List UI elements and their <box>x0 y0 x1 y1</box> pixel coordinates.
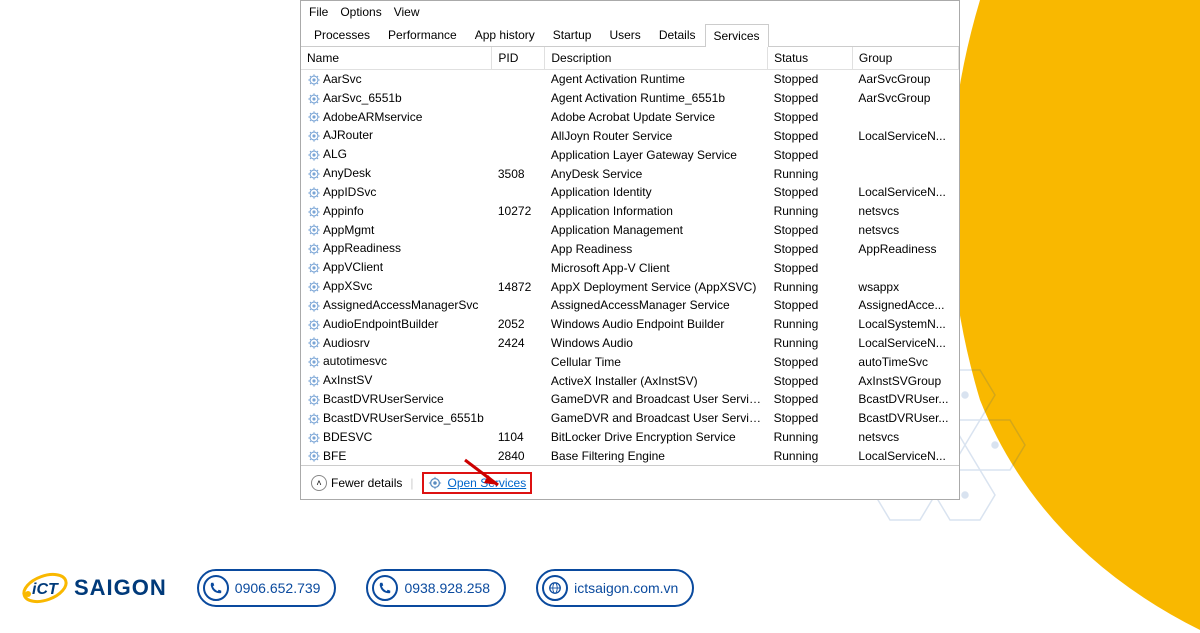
gear-icon <box>307 186 321 200</box>
services-icon <box>428 476 442 490</box>
tab-app-history[interactable]: App history <box>466 23 544 46</box>
table-row[interactable]: AJRouterAllJoyn Router ServiceStoppedLoc… <box>301 126 959 145</box>
separator: | <box>410 476 413 490</box>
menu-options[interactable]: Options <box>340 5 381 19</box>
globe-icon <box>542 575 568 601</box>
gear-icon <box>307 110 321 124</box>
svg-text:iCT: iCT <box>32 581 59 598</box>
tab-startup[interactable]: Startup <box>544 23 601 46</box>
table-row[interactable]: AnyDesk3508AnyDesk ServiceRunning <box>301 164 959 183</box>
gear-icon <box>307 73 321 87</box>
column-pid[interactable]: PID <box>492 47 545 70</box>
gear-icon <box>307 393 321 407</box>
brand-name: SAIGON <box>74 575 167 601</box>
table-row[interactable]: AppReadinessApp ReadinessStoppedAppReadi… <box>301 239 959 258</box>
tab-details[interactable]: Details <box>650 23 705 46</box>
table-row[interactable]: AxInstSVActiveX Installer (AxInstSV)Stop… <box>301 371 959 390</box>
website[interactable]: ictsaigon.com.vn <box>536 569 694 607</box>
gear-icon <box>307 449 321 463</box>
gear-icon <box>307 336 321 350</box>
table-row[interactable]: BcastDVRUserServiceGameDVR and Broadcast… <box>301 390 959 409</box>
chevron-up-icon: ˄ <box>311 475 327 491</box>
gear-icon <box>307 205 321 219</box>
table-row[interactable]: AdobeARMserviceAdobe Acrobat Update Serv… <box>301 108 959 127</box>
table-row[interactable]: Audiosrv2424Windows AudioRunningLocalSer… <box>301 334 959 353</box>
contact-bar: iCT SAIGON 0906.652.739 0938.928.258 ict… <box>20 566 694 610</box>
arrow-annotation <box>460 455 510 498</box>
gear-icon <box>307 374 321 388</box>
gear-icon <box>307 167 321 181</box>
table-row[interactable]: AppIDSvcApplication IdentityStoppedLocal… <box>301 183 959 202</box>
tab-services[interactable]: Services <box>705 24 769 47</box>
gear-icon <box>307 412 321 426</box>
table-row[interactable]: AppXSvc14872AppX Deployment Service (App… <box>301 277 959 296</box>
fewer-details-label: Fewer details <box>331 476 402 490</box>
column-group[interactable]: Group <box>852 47 958 70</box>
table-row[interactable]: AarSvcAgent Activation RuntimeStoppedAar… <box>301 70 959 89</box>
services-table-container[interactable]: Name PID Description Status Group AarSvc… <box>301 47 959 465</box>
gear-icon <box>307 92 321 106</box>
tab-bar: Processes Performance App history Startu… <box>301 23 959 47</box>
table-row[interactable]: autotimesvcCellular TimeStoppedautoTimeS… <box>301 352 959 371</box>
table-row[interactable]: AppMgmtApplication ManagementStoppednets… <box>301 221 959 240</box>
column-name[interactable]: Name <box>301 47 492 70</box>
menu-bar: File Options View <box>301 1 959 23</box>
table-row[interactable]: AarSvc_6551bAgent Activation Runtime_655… <box>301 89 959 108</box>
gear-icon <box>307 299 321 313</box>
column-description[interactable]: Description <box>545 47 768 70</box>
table-row[interactable]: AssignedAccessManagerSvcAssignedAccessMa… <box>301 296 959 315</box>
table-row[interactable]: Appinfo10272Application InformationRunni… <box>301 202 959 221</box>
phone-icon <box>372 575 398 601</box>
menu-file[interactable]: File <box>309 5 328 19</box>
tab-processes[interactable]: Processes <box>305 23 379 46</box>
gear-icon <box>307 223 321 237</box>
services-table: Name PID Description Status Group AarSvc… <box>301 47 959 465</box>
table-row[interactable]: AppVClientMicrosoft App-V ClientStopped <box>301 258 959 277</box>
table-row[interactable]: AudioEndpointBuilder2052Windows Audio En… <box>301 315 959 334</box>
phone-1-number: 0906.652.739 <box>235 580 321 596</box>
gear-icon <box>307 431 321 445</box>
tab-performance[interactable]: Performance <box>379 23 466 46</box>
phone-2-number: 0938.928.258 <box>404 580 490 596</box>
phone-icon <box>203 575 229 601</box>
gear-icon <box>307 261 321 275</box>
footer-bar: ˄ Fewer details | Open Services <box>301 465 959 500</box>
gear-icon <box>307 242 321 256</box>
table-row[interactable]: BDESVC1104BitLocker Drive Encryption Ser… <box>301 428 959 447</box>
task-manager-window: File Options View Processes Performance … <box>300 0 960 500</box>
gear-icon <box>307 148 321 162</box>
phone-2[interactable]: 0938.928.258 <box>366 569 506 607</box>
table-header-row: Name PID Description Status Group <box>301 47 959 70</box>
brand-logo: iCT SAIGON <box>20 566 167 610</box>
fewer-details-toggle[interactable]: ˄ Fewer details <box>311 475 402 491</box>
gear-icon <box>307 280 321 294</box>
tab-users[interactable]: Users <box>600 23 649 46</box>
phone-1[interactable]: 0906.652.739 <box>197 569 337 607</box>
website-url: ictsaigon.com.vn <box>574 580 678 596</box>
gear-icon <box>307 318 321 332</box>
column-status[interactable]: Status <box>768 47 853 70</box>
gear-icon <box>307 129 321 143</box>
table-row[interactable]: ALGApplication Layer Gateway ServiceStop… <box>301 145 959 164</box>
menu-view[interactable]: View <box>394 5 420 19</box>
gear-icon <box>307 355 321 369</box>
table-row[interactable]: BcastDVRUserService_6551bGameDVR and Bro… <box>301 409 959 428</box>
table-row[interactable]: BFE2840Base Filtering EngineRunningLocal… <box>301 447 959 465</box>
